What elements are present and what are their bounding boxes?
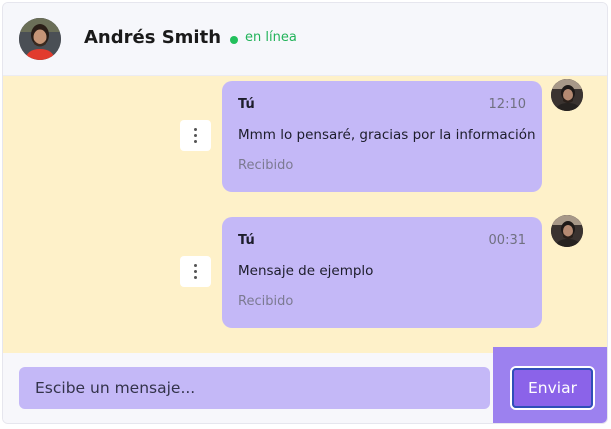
message-composer: Enviar <box>3 347 607 423</box>
online-status-dot <box>230 36 238 44</box>
message-status: Recibido <box>238 294 294 309</box>
message-text: Mmm lo pensaré, gracias por la informaci… <box>238 127 536 143</box>
message-sender: Tú <box>238 233 255 248</box>
message-time: 12:10 <box>488 97 526 112</box>
message-sender: Tú <box>238 97 255 112</box>
message-bubble: Tú 12:10 Mmm lo pensaré, gracias por la … <box>222 81 542 192</box>
contact-name: Andrés Smith <box>84 27 222 48</box>
message-text: Mensaje de ejemplo <box>238 263 374 279</box>
sender-avatar <box>551 215 583 247</box>
chat-header: Andrés Smith en línea <box>3 3 607 76</box>
vertical-ellipsis-icon <box>194 128 197 131</box>
message-time: 00:31 <box>488 233 526 248</box>
message-list: Tú 12:10 Mmm lo pensaré, gracias por la … <box>3 76 607 353</box>
message-menu-button[interactable] <box>180 256 211 287</box>
send-button-highlight: Enviar <box>493 347 607 423</box>
online-status-text: en línea <box>245 30 297 45</box>
message-status: Recibido <box>238 158 294 173</box>
send-button[interactable]: Enviar <box>510 366 595 410</box>
message-menu-button[interactable] <box>180 120 211 151</box>
contact-avatar[interactable] <box>19 18 61 60</box>
vertical-ellipsis-icon <box>194 264 197 267</box>
message-bubble: Tú 00:31 Mensaje de ejemplo Recibido <box>222 217 542 328</box>
message-input[interactable] <box>19 367 490 409</box>
chat-window: Andrés Smith en línea Tú 12:10 Mmm lo pe… <box>2 2 608 424</box>
sender-avatar <box>551 79 583 111</box>
